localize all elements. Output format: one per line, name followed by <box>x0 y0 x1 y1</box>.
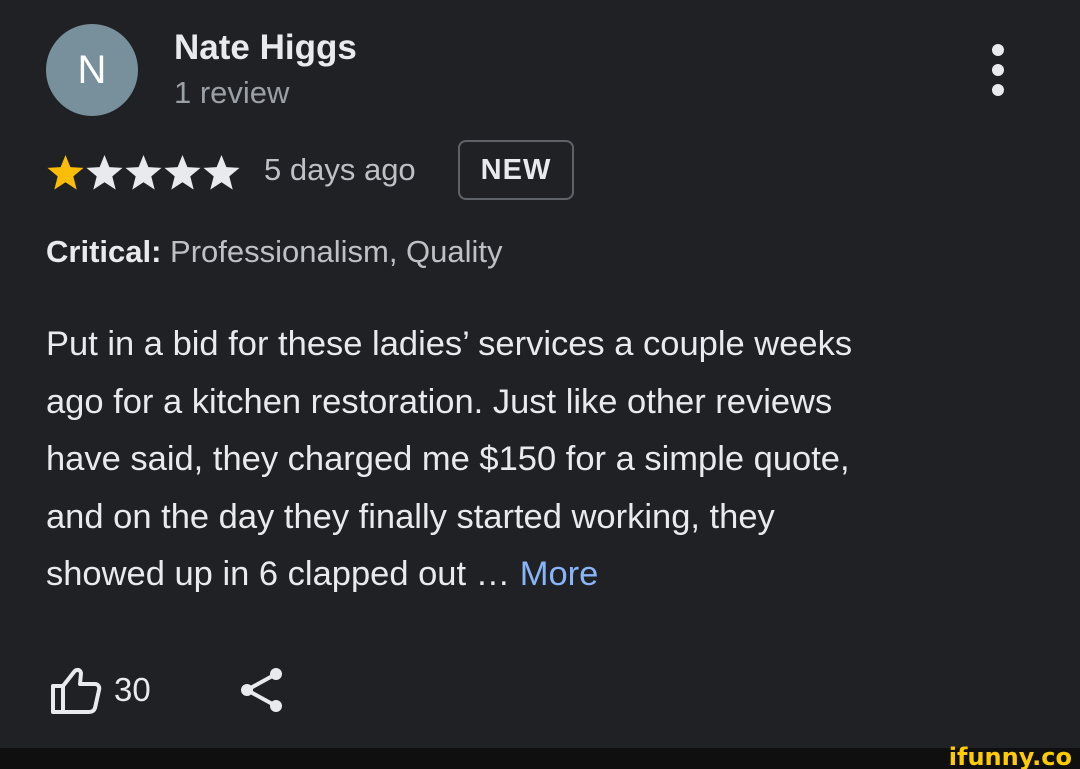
more-link[interactable]: More <box>520 555 599 593</box>
review-line: and on the day they finally started work… <box>46 497 775 536</box>
avatar-initial: N <box>77 47 107 92</box>
critical-value: Professionalism, Quality <box>161 234 503 269</box>
review-line-text: showed up in 6 clapped out … <box>46 555 520 593</box>
critical-label: Critical: <box>46 234 162 269</box>
author-name[interactable]: Nate Higgs <box>174 28 357 68</box>
critical-attributes: Critical: Professionalism, Quality <box>46 234 503 270</box>
review-line-last: showed up in 6 clapped out … More <box>46 546 1046 604</box>
review-text: Put in a bid for these ladies’ services … <box>46 316 1046 604</box>
star-empty-icon <box>164 154 201 190</box>
star-rating <box>46 150 241 194</box>
thumbs-up-icon <box>51 667 102 714</box>
star-empty-icon <box>125 154 162 190</box>
like-count: 30 <box>114 671 151 708</box>
more-vert-icon[interactable] <box>986 44 1010 96</box>
star-empty-icon <box>86 154 123 190</box>
footer-bar <box>0 748 1080 769</box>
avatar[interactable]: N <box>46 24 138 116</box>
menu-dot <box>992 84 1004 96</box>
review-card: N Nate Higgs 1 review 5 days ago NEW Cri… <box>0 0 1080 748</box>
menu-dot <box>992 64 1004 76</box>
review-line: ago for a kitchen restoration. Just like… <box>46 382 833 421</box>
share-icon <box>241 668 282 712</box>
review-time: 5 days ago <box>264 152 416 187</box>
star-empty-icon <box>203 154 240 190</box>
share-button[interactable] <box>236 664 286 716</box>
menu-dot <box>992 44 1004 56</box>
review-line: Put in a bid for these ladies’ services … <box>46 325 853 363</box>
star-filled-icon <box>47 154 84 190</box>
review-count[interactable]: 1 review <box>174 75 289 111</box>
ifunny-watermark: ifunny.co <box>948 743 1072 769</box>
review-line: have said, they charged me $150 for a si… <box>46 440 850 478</box>
new-badge: NEW <box>458 140 574 200</box>
like-button[interactable]: 30 <box>48 664 151 716</box>
